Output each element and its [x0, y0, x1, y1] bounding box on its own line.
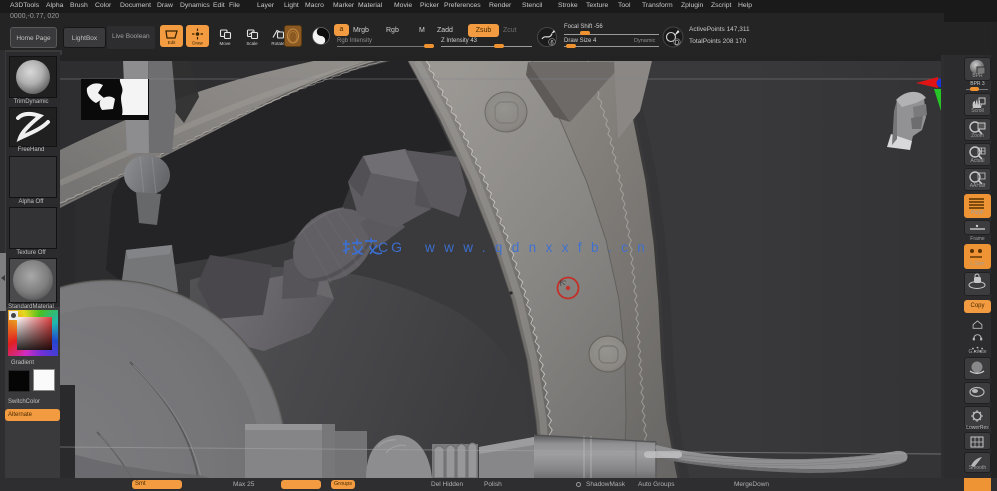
svg-text:www.qdnxxfb.cn: www.qdnxxfb.cn — [424, 240, 654, 255]
svg-text:Draw: Draw — [192, 41, 203, 46]
svg-text:Move: Move — [219, 41, 231, 46]
svg-text:Edit: Edit — [168, 40, 177, 45]
svg-text:D: D — [675, 40, 680, 46]
svg-text:Scale: Scale — [246, 41, 258, 46]
svg-text:CG: CG — [378, 239, 405, 255]
